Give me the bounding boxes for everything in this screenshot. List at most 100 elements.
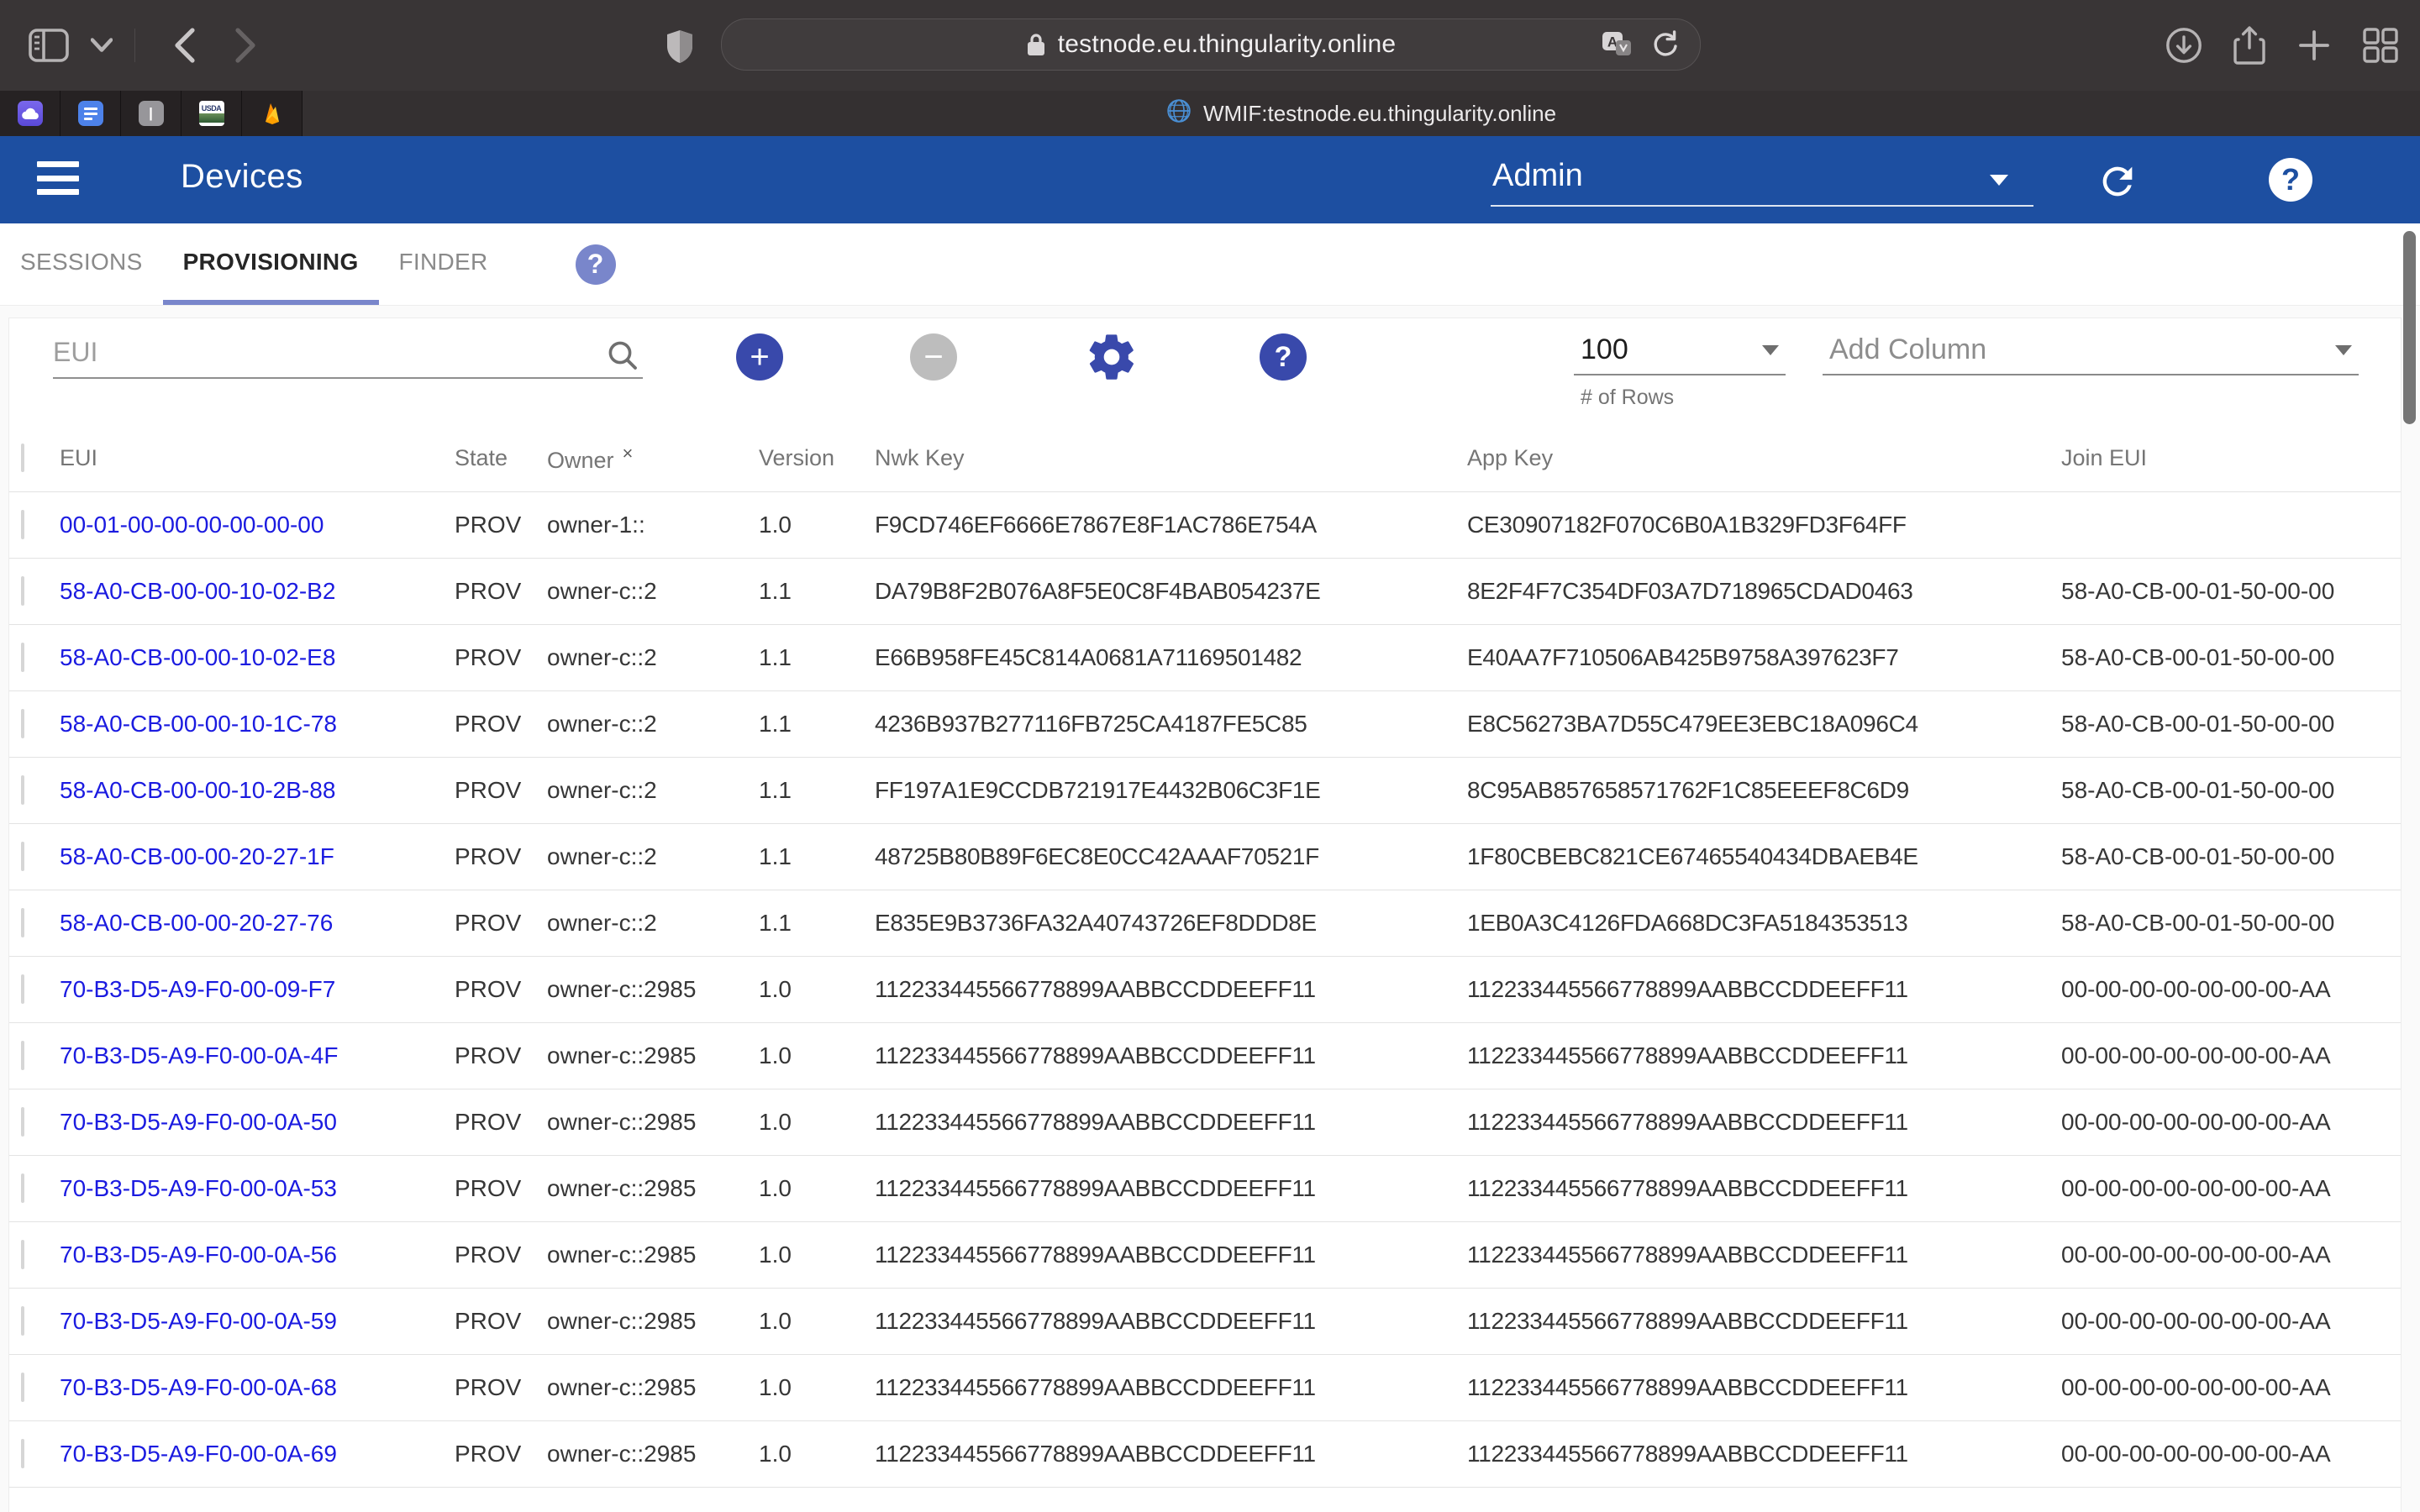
row-checkbox[interactable] (21, 1173, 24, 1203)
forward-button[interactable] (233, 27, 258, 64)
row-checkbox[interactable] (21, 908, 24, 937)
page-title: Devices (181, 158, 303, 196)
row-checkbox[interactable] (21, 1107, 24, 1137)
column-header-nwk-key[interactable]: Nwk Key (875, 445, 1467, 471)
tab-sessions[interactable]: SESSIONS (0, 223, 163, 305)
column-header-app-key[interactable]: App Key (1467, 445, 2061, 471)
add-column-select[interactable]: Add Column (1823, 325, 2359, 375)
row-checkbox[interactable] (21, 510, 24, 539)
join-eui-cell: 00-00-00-00-00-00-00-AA (2061, 1109, 2401, 1136)
eui-link[interactable]: 58-A0-CB-00-00-20-27-76 (60, 910, 333, 936)
downloads-button[interactable] (2165, 26, 2203, 65)
vertical-scrollbar[interactable] (2403, 231, 2416, 424)
eui-link[interactable]: 58-A0-CB-00-00-10-02-E8 (60, 644, 335, 670)
eui-link[interactable]: 70-B3-D5-A9-F0-00-0A-50 (60, 1109, 337, 1135)
row-checkbox[interactable] (21, 643, 24, 672)
nwk-key-cell: E835E9B3736FA32A40743726EF8DDD8E (875, 910, 1467, 937)
join-eui-cell: 00-00-00-00-00-00-00-AA (2061, 976, 2401, 1003)
row-checkbox[interactable] (21, 1041, 24, 1070)
eui-link[interactable]: 58-A0-CB-00-00-10-2B-88 (60, 777, 335, 803)
eui-link[interactable]: 70-B3-D5-A9-F0-00-0A-56 (60, 1242, 337, 1268)
app-key-cell: 8C95AB857658571762F1C85EEEF8C6D9 (1467, 777, 2061, 804)
lock-icon (1026, 32, 1046, 57)
eui-link[interactable]: 70-B3-D5-A9-F0-00-0A-53 (60, 1175, 337, 1201)
rows-per-page-select[interactable]: 100 (1574, 325, 1786, 375)
pinned-tab-docs[interactable] (60, 91, 121, 136)
settings-gear-icon[interactable] (1085, 330, 1139, 386)
refresh-button[interactable] (2096, 160, 2139, 203)
table-header-row: EUI State Owner× Version Nwk Key App Key… (9, 425, 2401, 492)
pinned-tab-cloud[interactable] (0, 91, 60, 136)
row-checkbox[interactable] (21, 709, 24, 738)
row-checkbox[interactable] (21, 576, 24, 606)
pinned-tab-notes[interactable]: | (121, 91, 182, 136)
search-icon[interactable] (606, 339, 639, 376)
filter-help-button[interactable]: ? (1260, 333, 1307, 381)
remove-device-button[interactable]: − (910, 333, 957, 381)
eui-link[interactable]: 00-01-00-00-00-00-00-00 (60, 512, 324, 538)
sidebar-toggle-button[interactable] (29, 29, 69, 62)
remove-owner-column-button[interactable]: × (623, 443, 634, 464)
state-cell: PROV (455, 1374, 547, 1401)
state-cell: PROV (455, 1175, 547, 1202)
translate-icon[interactable]: A (1601, 30, 1633, 59)
row-checkbox[interactable] (21, 1373, 24, 1402)
table-row: 58-A0-CB-00-00-20-27-76 PROV owner-c::2 … (9, 890, 2401, 957)
eui-link[interactable]: 58-A0-CB-00-00-10-02-B2 (60, 578, 335, 604)
state-cell: PROV (455, 711, 547, 738)
menu-icon[interactable] (37, 161, 79, 195)
eui-link[interactable]: 70-B3-D5-A9-F0-00-0A-68 (60, 1374, 337, 1400)
row-checkbox[interactable] (21, 775, 24, 805)
tab-overview-button[interactable] (2361, 26, 2400, 65)
column-header-eui[interactable]: EUI (60, 445, 455, 471)
app-key-cell: E40AA7F710506AB425B9758A397623F7 (1467, 644, 2061, 671)
eui-link[interactable]: 70-B3-D5-A9-F0-00-09-F7 (60, 976, 335, 1002)
pinned-tab-usda[interactable]: USDA (182, 91, 242, 136)
owner-cell: owner-c::2985 (547, 1175, 759, 1202)
row-checkbox[interactable] (21, 974, 24, 1004)
state-cell: PROV (455, 1109, 547, 1136)
select-all-checkbox[interactable] (21, 444, 24, 472)
header-help-button[interactable]: ? (2269, 158, 2312, 202)
add-column-placeholder: Add Column (1829, 333, 1986, 366)
share-button[interactable] (2232, 24, 2267, 66)
table-row: 70-B3-D5-A9-F0-00-09-F7 PROV owner-c::29… (9, 957, 2401, 1023)
column-header-version[interactable]: Version (759, 445, 875, 471)
eui-link[interactable]: 58-A0-CB-00-00-20-27-1F (60, 843, 334, 869)
app-key-cell: 1EB0A3C4126FDA668DC3FA5184353513 (1467, 910, 2061, 937)
eui-link[interactable]: 70-B3-D5-A9-F0-00-0A-59 (60, 1308, 337, 1334)
add-device-button[interactable]: + (736, 333, 783, 381)
tab-provisioning[interactable]: PROVISIONING (163, 223, 379, 305)
app-key-cell: 112233445566778899AABBCCDDEEFF11 (1467, 1042, 2061, 1069)
address-bar[interactable]: testnode.eu.thingularity.online A (721, 18, 1701, 71)
eui-search-input[interactable] (53, 330, 591, 374)
version-cell: 1.1 (759, 777, 875, 804)
nwk-key-cell: 112233445566778899AABBCCDDEEFF11 (875, 1042, 1467, 1069)
account-select[interactable]: Admin (1491, 151, 2033, 207)
eui-link[interactable]: 70-B3-D5-A9-F0-00-0A-69 (60, 1441, 337, 1467)
new-tab-button[interactable] (2296, 27, 2333, 64)
eui-link[interactable]: 70-B3-D5-A9-F0-00-0A-4F (60, 1042, 338, 1068)
reload-icon[interactable] (1651, 29, 1678, 60)
eui-link[interactable]: 58-A0-CB-00-00-10-1C-78 (60, 711, 337, 737)
owner-cell: owner-1:: (547, 512, 759, 538)
column-header-owner[interactable]: Owner× (547, 443, 759, 474)
pinned-tab-firebase[interactable] (242, 91, 302, 136)
row-checkbox[interactable] (21, 1439, 24, 1468)
row-checkbox[interactable] (21, 842, 24, 871)
owner-cell: owner-c::2 (547, 910, 759, 937)
back-button[interactable] (172, 27, 197, 64)
column-header-state[interactable]: State (455, 445, 547, 471)
tab-finder[interactable]: FINDER (379, 223, 508, 305)
column-header-join-eui[interactable]: Join EUI (2061, 445, 2401, 471)
active-tab[interactable]: WMIF:testnode.eu.thingularity.online (302, 91, 2420, 136)
privacy-shield-icon[interactable] (664, 29, 696, 66)
nwk-key-cell: 112233445566778899AABBCCDDEEFF11 (875, 1374, 1467, 1401)
version-cell: 1.0 (759, 1242, 875, 1268)
row-checkbox[interactable] (21, 1306, 24, 1336)
row-checkbox[interactable] (21, 1240, 24, 1269)
sidebar-chevron-down-icon[interactable] (91, 38, 113, 53)
table-row: 70-B3-D5-A9-F0-00-0A-56 PROV owner-c::29… (9, 1222, 2401, 1289)
tabs-help-button[interactable]: ? (576, 244, 616, 285)
join-eui-cell: 58-A0-CB-00-01-50-00-00 (2061, 777, 2401, 804)
